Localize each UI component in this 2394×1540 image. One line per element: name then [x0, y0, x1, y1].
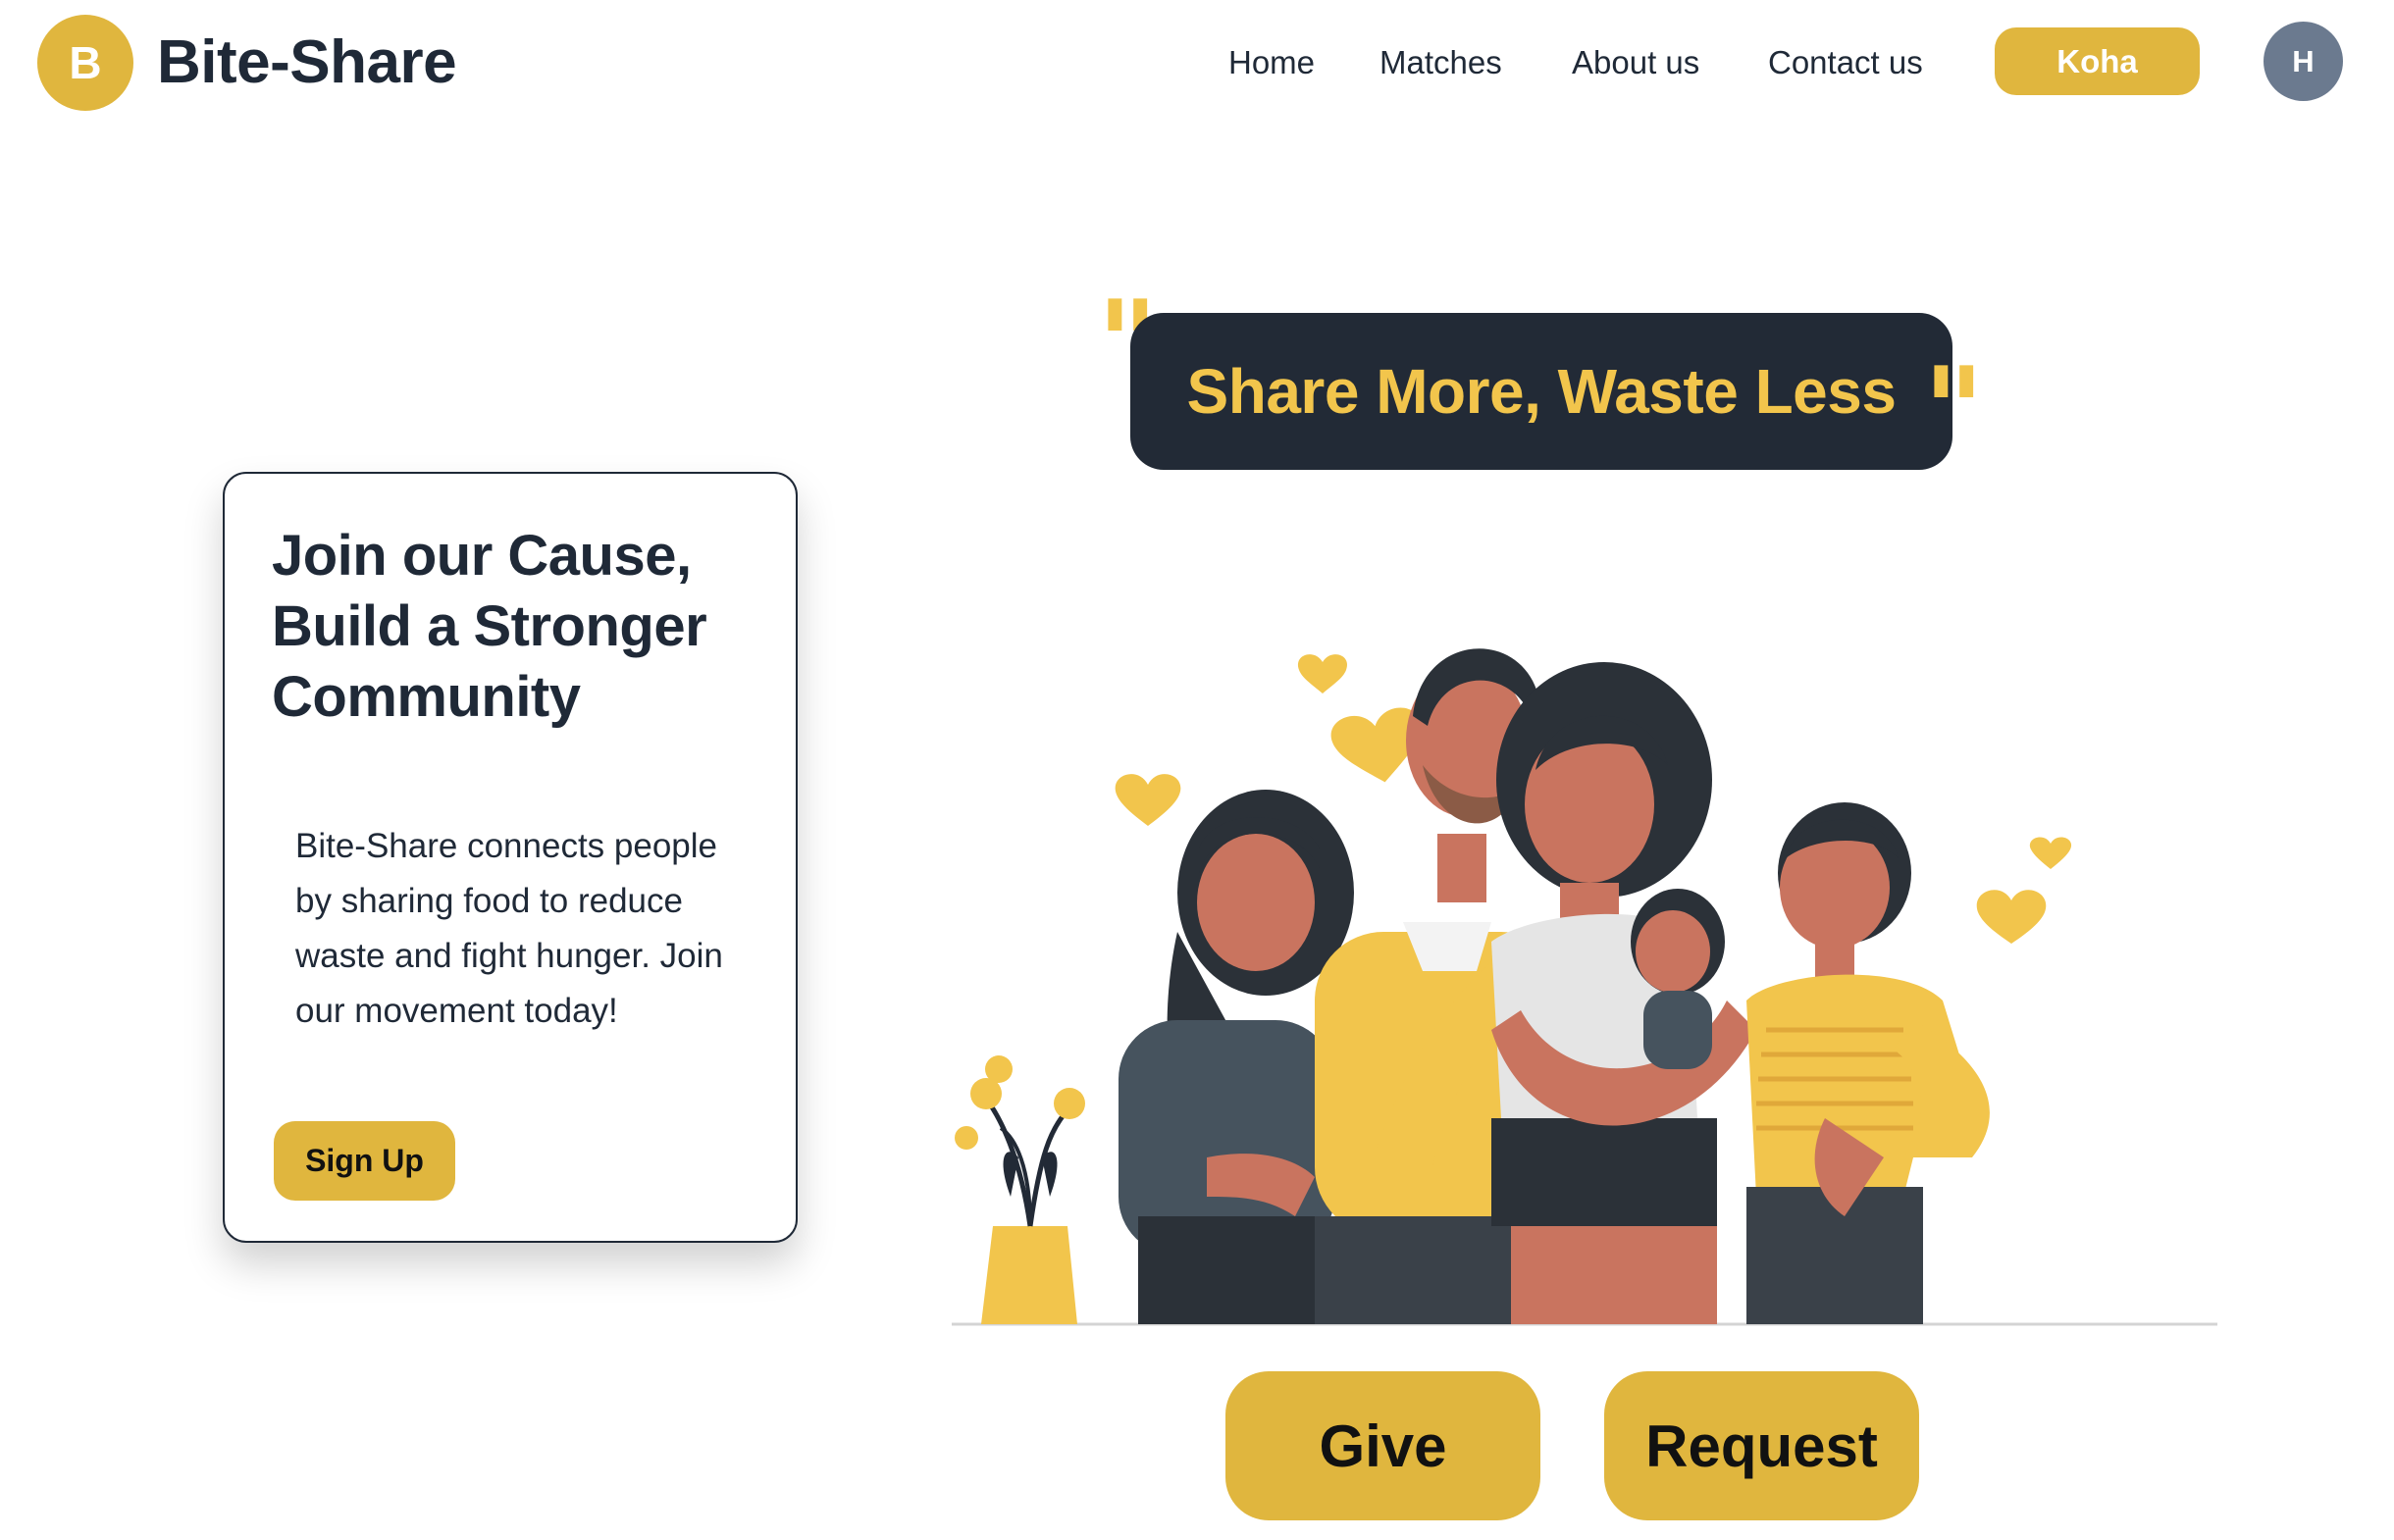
plant-vase — [955, 1055, 1085, 1324]
nav-home[interactable]: Home — [1228, 39, 1315, 86]
close-quote-icon: " — [1923, 343, 1985, 480]
join-card-title: Join our Cause, Build a Stronger Communi… — [272, 524, 707, 729]
nav-matches[interactable]: Matches — [1379, 39, 1502, 86]
mother-figure — [1491, 662, 1756, 1324]
family-illustration — [952, 648, 2217, 1326]
koha-button[interactable]: Koha — [1995, 27, 2200, 95]
boy-figure — [1746, 802, 1990, 1324]
brand-name[interactable]: Bite-Share — [157, 26, 457, 100]
heart-icon — [1976, 890, 2047, 944]
heart-icon — [1297, 654, 1348, 693]
logo-badge[interactable]: B — [37, 15, 133, 111]
heart-icon — [2029, 837, 2072, 869]
slogan-text: Share More, Waste Less — [1186, 356, 1897, 427]
sign-up-button[interactable]: Sign Up — [274, 1121, 455, 1201]
nav-contact-us[interactable]: Contact us — [1768, 39, 1923, 86]
nav-about-us[interactable]: About us — [1572, 39, 1699, 86]
slogan-banner: Share More, Waste Less — [1130, 313, 1952, 470]
join-cause-card: Join our Cause, Build a Stronger Communi… — [223, 472, 798, 1243]
give-button[interactable]: Give — [1225, 1371, 1540, 1520]
user-avatar[interactable]: H — [2264, 22, 2343, 101]
request-button[interactable]: Request — [1604, 1371, 1919, 1520]
join-card-description: Bite-Share connects people by sharing fo… — [295, 827, 723, 1030]
heart-icon — [1115, 774, 1181, 826]
